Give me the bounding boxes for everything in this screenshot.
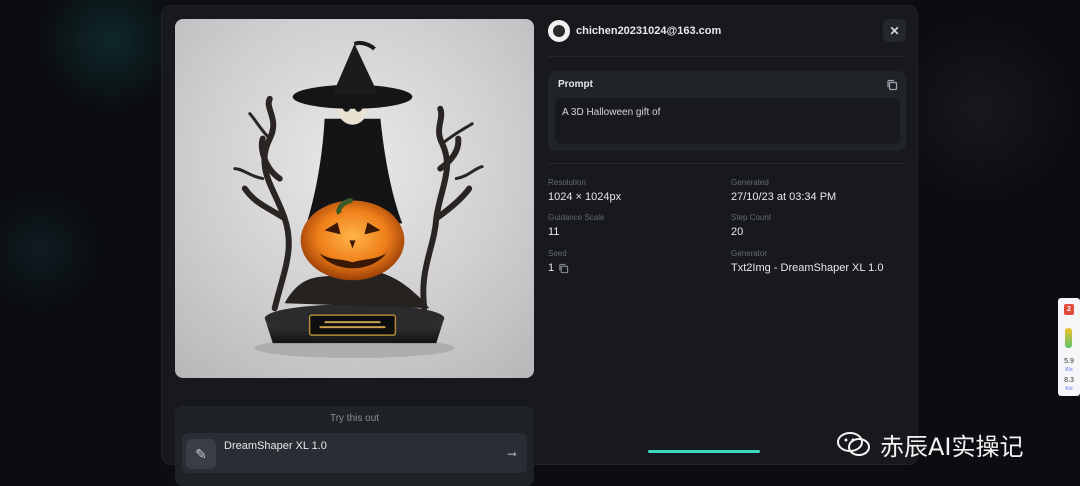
watermark-text: 赤辰AI实操记 — [880, 432, 1024, 461]
generated-image[interactable] — [175, 19, 534, 378]
meta-value: 1 — [548, 262, 718, 274]
arrow-right-icon[interactable]: ➞ — [507, 447, 517, 461]
copy-icon[interactable] — [886, 79, 898, 91]
upload-speed: 8.3 — [1064, 377, 1074, 384]
wechat-icon — [837, 432, 870, 456]
meta-generated: Generated 27/10/23 at 03:34 PM — [731, 178, 901, 203]
meta-label: Seed — [548, 249, 567, 258]
meta-value: 20 — [731, 226, 744, 238]
model-thumbnail-icon: ✎ — [186, 439, 216, 469]
meta-value: 1024 × 1024px — [548, 191, 622, 203]
avatar[interactable] — [548, 20, 570, 42]
meta-generator: Generator Txt2Img - DreamShaper XL 1.0 — [731, 249, 901, 274]
meta-label: Guidance Scale — [548, 213, 605, 222]
shield-badge-icon: 2 — [1064, 304, 1074, 315]
close-icon: ✕ — [889, 23, 900, 38]
download-speed: 5.9 — [1064, 358, 1074, 365]
usage-bar — [1065, 328, 1072, 348]
user-email[interactable]: chichen20231024@163.com — [576, 25, 721, 37]
halloween-figure-illustration — [233, 40, 484, 359]
meta-step-count: Step Count 20 — [731, 213, 901, 238]
divider — [548, 163, 906, 164]
meta-value: 11 — [548, 226, 560, 238]
meta-label: Step Count — [731, 213, 772, 222]
image-detail-modal: Try this out ✎ DreamShaper XL 1.0 ➞ chic… — [161, 5, 918, 486]
watermark: 赤辰AI实操记 — [836, 430, 1024, 461]
seed-value: 1 — [548, 262, 555, 274]
model-name: DreamShaper XL 1.0 — [224, 440, 327, 452]
network-speed-widget[interactable]: 2 5.9 K/s 8.3 K/s — [1058, 298, 1080, 396]
close-button[interactable]: ✕ — [883, 19, 906, 42]
meta-resolution: Resolution 1024 × 1024px — [548, 178, 718, 203]
divider — [548, 56, 906, 57]
meta-value: 27/10/23 at 03:34 PM — [731, 191, 837, 203]
try-this-out-title: Try this out — [329, 413, 380, 424]
copy-icon[interactable] — [558, 263, 569, 274]
download-unit: K/s — [1065, 367, 1073, 373]
prompt-label: Prompt — [558, 79, 593, 90]
meta-label: Generated — [731, 178, 769, 187]
meta-value: Txt2Img - DreamShaper XL 1.0 — [731, 262, 884, 274]
meta-seed: Seed 1 — [548, 249, 718, 274]
prompt-text: A 3D Halloween gift of — [555, 98, 900, 144]
try-this-out-card: Try this out ✎ DreamShaper XL 1.0 ➞ — [175, 406, 534, 486]
meta-label: Generator — [731, 249, 768, 258]
meta-label: Resolution — [548, 178, 586, 187]
upload-unit: K/s — [1065, 386, 1073, 392]
prompt-card: Prompt A 3D Halloween gift of — [548, 71, 906, 151]
model-link[interactable]: ✎ DreamShaper XL 1.0 ➞ — [182, 433, 527, 473]
user-info: chichen20231024@163.com — [548, 19, 721, 43]
meta-guidance-scale: Guidance Scale 11 — [548, 213, 718, 238]
